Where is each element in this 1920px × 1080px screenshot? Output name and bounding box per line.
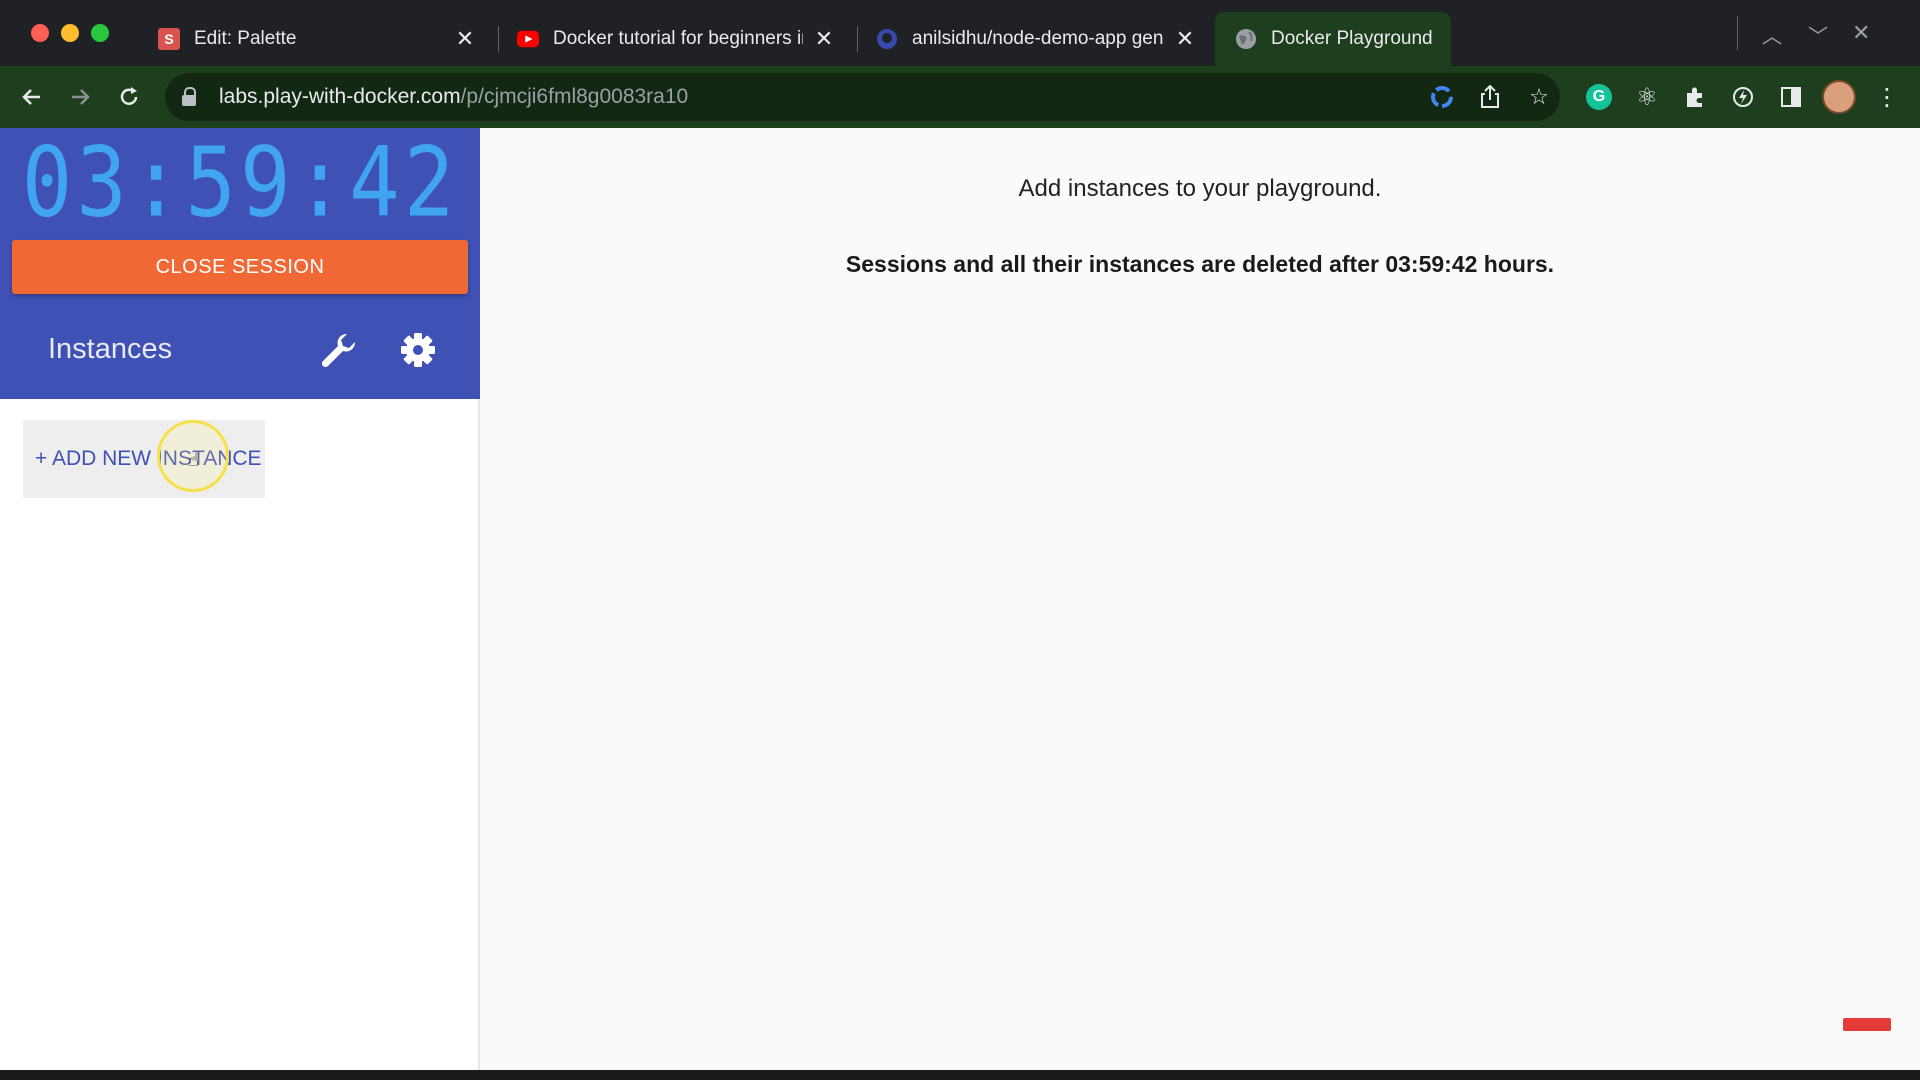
tab-label: anilsidhu/node-demo-app gen bbox=[912, 28, 1164, 49]
empty-state-message: Add instances to your playground. bbox=[1018, 175, 1382, 202]
github-icon bbox=[876, 28, 898, 50]
share-icon[interactable] bbox=[1476, 83, 1504, 111]
more-menu-icon[interactable]: ⋮ bbox=[1870, 80, 1904, 114]
back-arrow-icon[interactable] bbox=[15, 80, 49, 114]
tab-label: Docker tutorial for beginners in bbox=[553, 28, 803, 49]
grammarly-icon[interactable]: G bbox=[1586, 84, 1612, 110]
subscribe-badge-icon bbox=[1843, 1018, 1891, 1031]
tab-close-icon[interactable]: ✕ bbox=[1174, 26, 1196, 52]
tab-label: Docker Playground bbox=[1271, 28, 1433, 49]
instances-heading: Instances bbox=[48, 333, 173, 365]
tab-close-icon[interactable]: ✕ bbox=[813, 26, 835, 52]
screen-bottom-edge bbox=[0, 1070, 1920, 1080]
chevron-up-icon[interactable]: ︿ bbox=[1762, 20, 1782, 49]
reload-icon[interactable] bbox=[112, 80, 146, 114]
tab-label: Edit: Palette bbox=[194, 28, 297, 49]
globe-icon bbox=[1235, 28, 1257, 50]
sidebar-header: 03:59:42 CLOSE SESSION Instances bbox=[0, 125, 480, 399]
lightning-icon[interactable] bbox=[1726, 80, 1760, 114]
address-bar[interactable]: labs.play-with-docker.com/p/cjmcji6fml8g… bbox=[165, 73, 1560, 121]
extensions-puzzle-icon[interactable] bbox=[1678, 80, 1712, 114]
gear-icon[interactable] bbox=[396, 328, 440, 372]
tab-docker-playground[interactable]: Docker Playground bbox=[1215, 12, 1451, 66]
chevron-down-icon[interactable]: ﹀ bbox=[1808, 20, 1828, 49]
browser-tab-strip: S Edit: Palette ✕ Docker tutorial for be… bbox=[0, 0, 1920, 66]
page-content: 03:59:42 CLOSE SESSION Instances + ADD N… bbox=[0, 125, 1920, 1070]
window-close-control[interactable] bbox=[31, 24, 49, 42]
youtube-icon bbox=[517, 28, 539, 50]
lock-icon[interactable] bbox=[179, 86, 201, 108]
wrench-icon[interactable] bbox=[316, 328, 360, 372]
window-zoom-control[interactable] bbox=[91, 24, 109, 42]
session-timer: 03:59:42 bbox=[21, 125, 459, 239]
bookmark-star-icon[interactable]: ☆ bbox=[1525, 83, 1553, 111]
tab-favicon-s-icon: S bbox=[158, 28, 180, 50]
tab-close-icon[interactable]: ✕ bbox=[454, 26, 476, 52]
tab-github-repo[interactable]: anilsidhu/node-demo-app gen ✕ bbox=[856, 12, 1210, 66]
close-session-button[interactable]: CLOSE SESSION bbox=[12, 240, 468, 294]
side-panel-icon[interactable] bbox=[1774, 80, 1808, 114]
tab-edit-palette[interactable]: S Edit: Palette ✕ bbox=[138, 12, 490, 66]
browser-toolbar: labs.play-with-docker.com/p/cjmcji6fml8g… bbox=[0, 66, 1920, 128]
url-path: /p/cjmcji6fml8g0083ra10 bbox=[460, 85, 689, 108]
close-icon[interactable]: ✕ bbox=[1852, 20, 1870, 46]
tab-strip-divider bbox=[1737, 16, 1738, 50]
pointer-hand-icon: ☝ bbox=[188, 450, 199, 470]
session-expiry-warning: Sessions and all their instances are del… bbox=[845, 251, 1555, 277]
forward-arrow-icon[interactable] bbox=[63, 80, 97, 114]
google-icon[interactable] bbox=[1428, 83, 1456, 111]
react-devtools-icon[interactable]: ⚛ bbox=[1630, 80, 1664, 114]
url-host: labs.play-with-docker.com bbox=[219, 85, 461, 108]
tab-docker-tutorial[interactable]: Docker tutorial for beginners in ✕ bbox=[497, 12, 849, 66]
sidebar: 03:59:42 CLOSE SESSION Instances + ADD N… bbox=[0, 125, 480, 1070]
profile-avatar[interactable] bbox=[1822, 80, 1856, 114]
window-minimize-control[interactable] bbox=[61, 24, 79, 42]
